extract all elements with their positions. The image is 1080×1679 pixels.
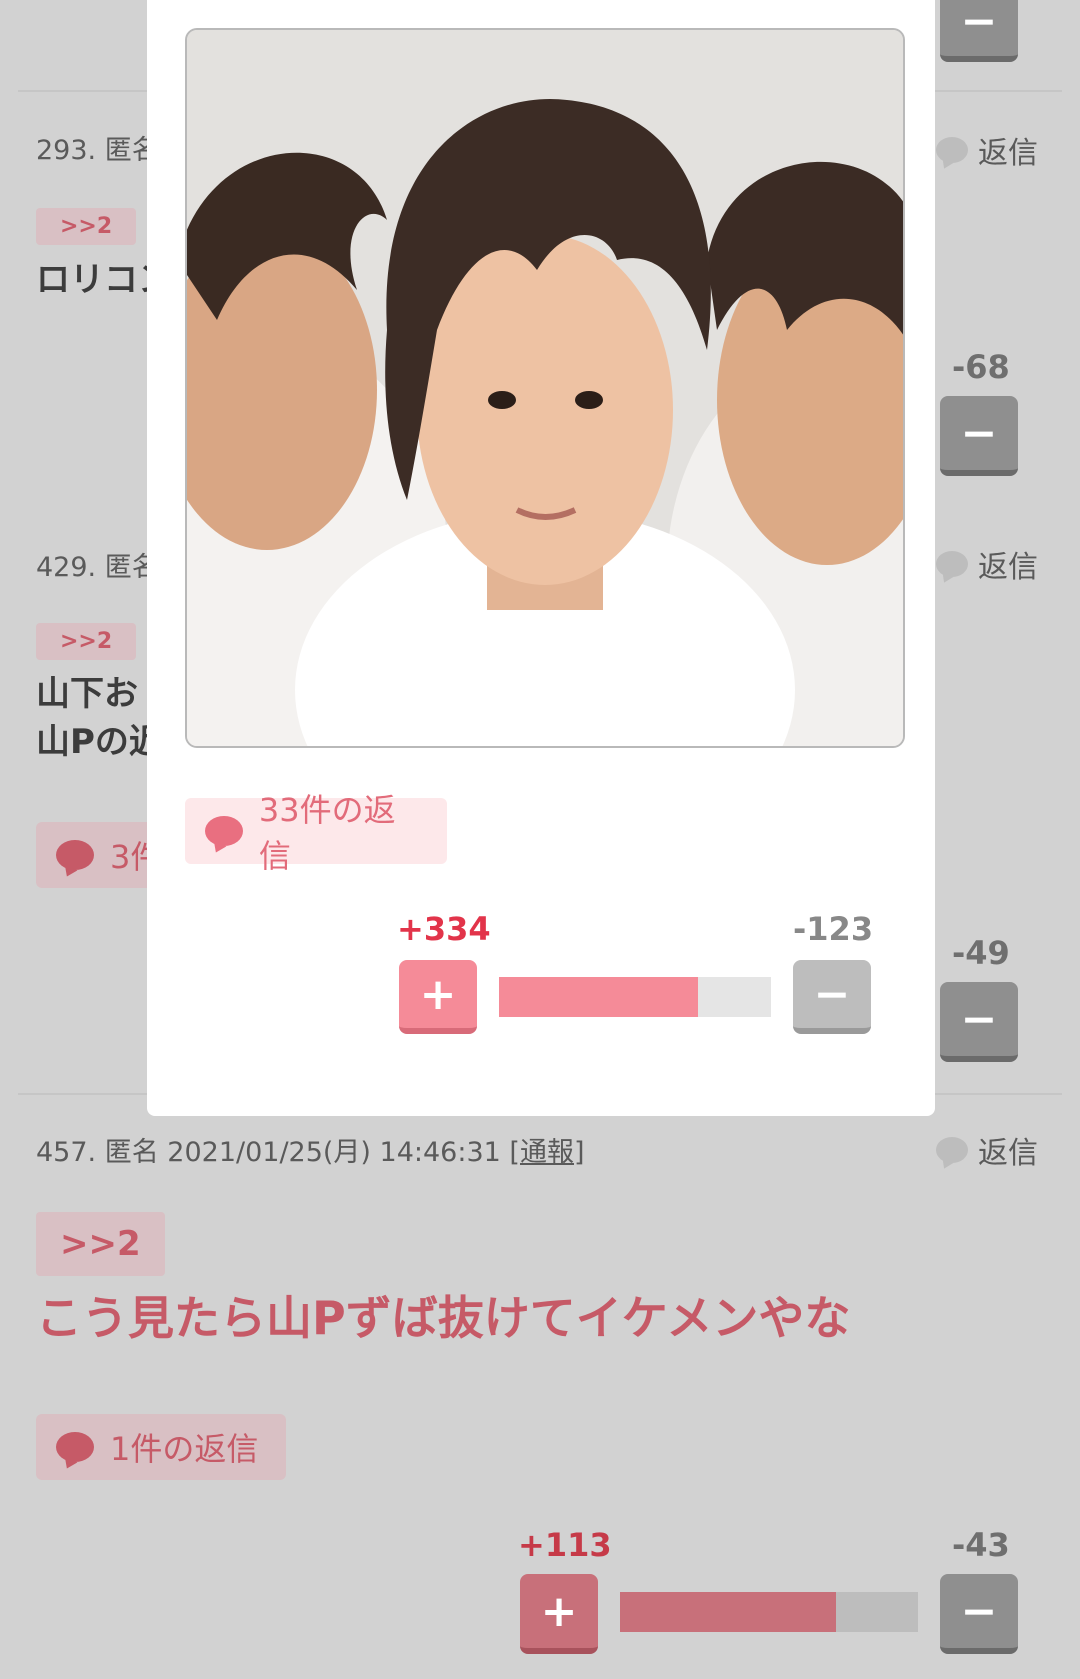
comment-text: 山下お 山Pの近 [36,674,163,762]
plus-button[interactable]: + [399,960,477,1034]
vote-ratio-bar [620,1592,918,1632]
minus-button[interactable]: − [940,0,1018,62]
plus-score: +334 [397,910,491,948]
comment-text: こう見たら山Pずば抜けてイケメンやな [36,1291,851,1345]
report-link[interactable]: [通報] [509,1137,584,1168]
center-left-eye [488,391,516,409]
reply-link[interactable]: 返信 [936,1128,1038,1172]
comment-icon [205,816,243,846]
minus-score: -49 [952,934,1010,972]
reply-link[interactable]: 返信 [936,542,1038,586]
minus-button[interactable]: − [940,982,1018,1062]
minus-score: -68 [952,348,1010,386]
vote-ratio-fill [499,977,698,1017]
vote-ratio-bar [499,977,771,1017]
comment-icon [56,840,94,870]
minus-button[interactable]: − [940,1574,1018,1654]
anchor-link[interactable]: >>2 [36,208,137,245]
plus-score: +113 [518,1526,612,1564]
minus-score: -43 [952,1526,1010,1564]
comment-icon [56,1432,94,1462]
photo-image [187,30,903,746]
comment-icon [936,137,968,163]
reply-link[interactable]: 返信 [936,128,1038,172]
comment-icon [936,551,968,577]
minus-button[interactable]: − [940,396,1018,476]
plus-button[interactable]: + [520,1574,598,1654]
minus-button[interactable]: − [793,960,871,1034]
anchor-link[interactable]: >>2 [36,623,137,660]
comment-meta: 293. 匿名 [36,135,159,166]
reply-count-button[interactable]: 33件の返信 [185,791,447,875]
popup-photo[interactable] [185,28,905,748]
comment-meta: 429. 匿名 [36,552,159,583]
reply-count-button[interactable]: 1件の返信 [36,1414,286,1480]
comment-icon [936,1137,968,1163]
comment-meta: 457. 匿名 2021/01/25(月) 14:46:31 [通報] [36,1137,585,1168]
image-popup[interactable]: 33件の返信 +334 -123 + − [147,0,935,1116]
anchor-link[interactable]: >>2 [36,1212,165,1276]
vote-ratio-fill [620,1592,836,1632]
center-right-eye [575,391,603,409]
minus-score: -123 [793,910,874,948]
